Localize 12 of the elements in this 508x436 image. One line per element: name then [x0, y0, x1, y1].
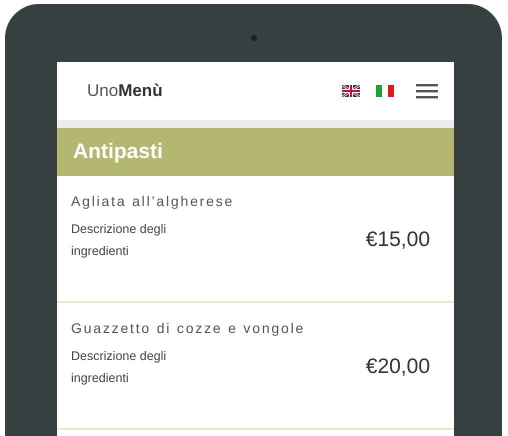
section-title: Antipasti — [73, 139, 163, 166]
menu-icon[interactable] — [416, 83, 438, 99]
dish-price: €20,00 — [366, 354, 430, 380]
dish-price: €15,00 — [366, 227, 430, 254]
dish-description: Descrizione degli ingredienti — [71, 348, 168, 387]
flag-icon[interactable] — [342, 85, 360, 97]
dish-name: Guazzetto di cozze e vongole — [71, 320, 306, 336]
camera-icon — [251, 35, 257, 41]
dish-name: Agliata all’algherese — [71, 193, 234, 209]
logo[interactable]: UnoMenù — [87, 78, 163, 104]
dish-description: Descrizione degli ingredienti — [71, 221, 168, 260]
flag-icon[interactable] — [376, 85, 394, 97]
